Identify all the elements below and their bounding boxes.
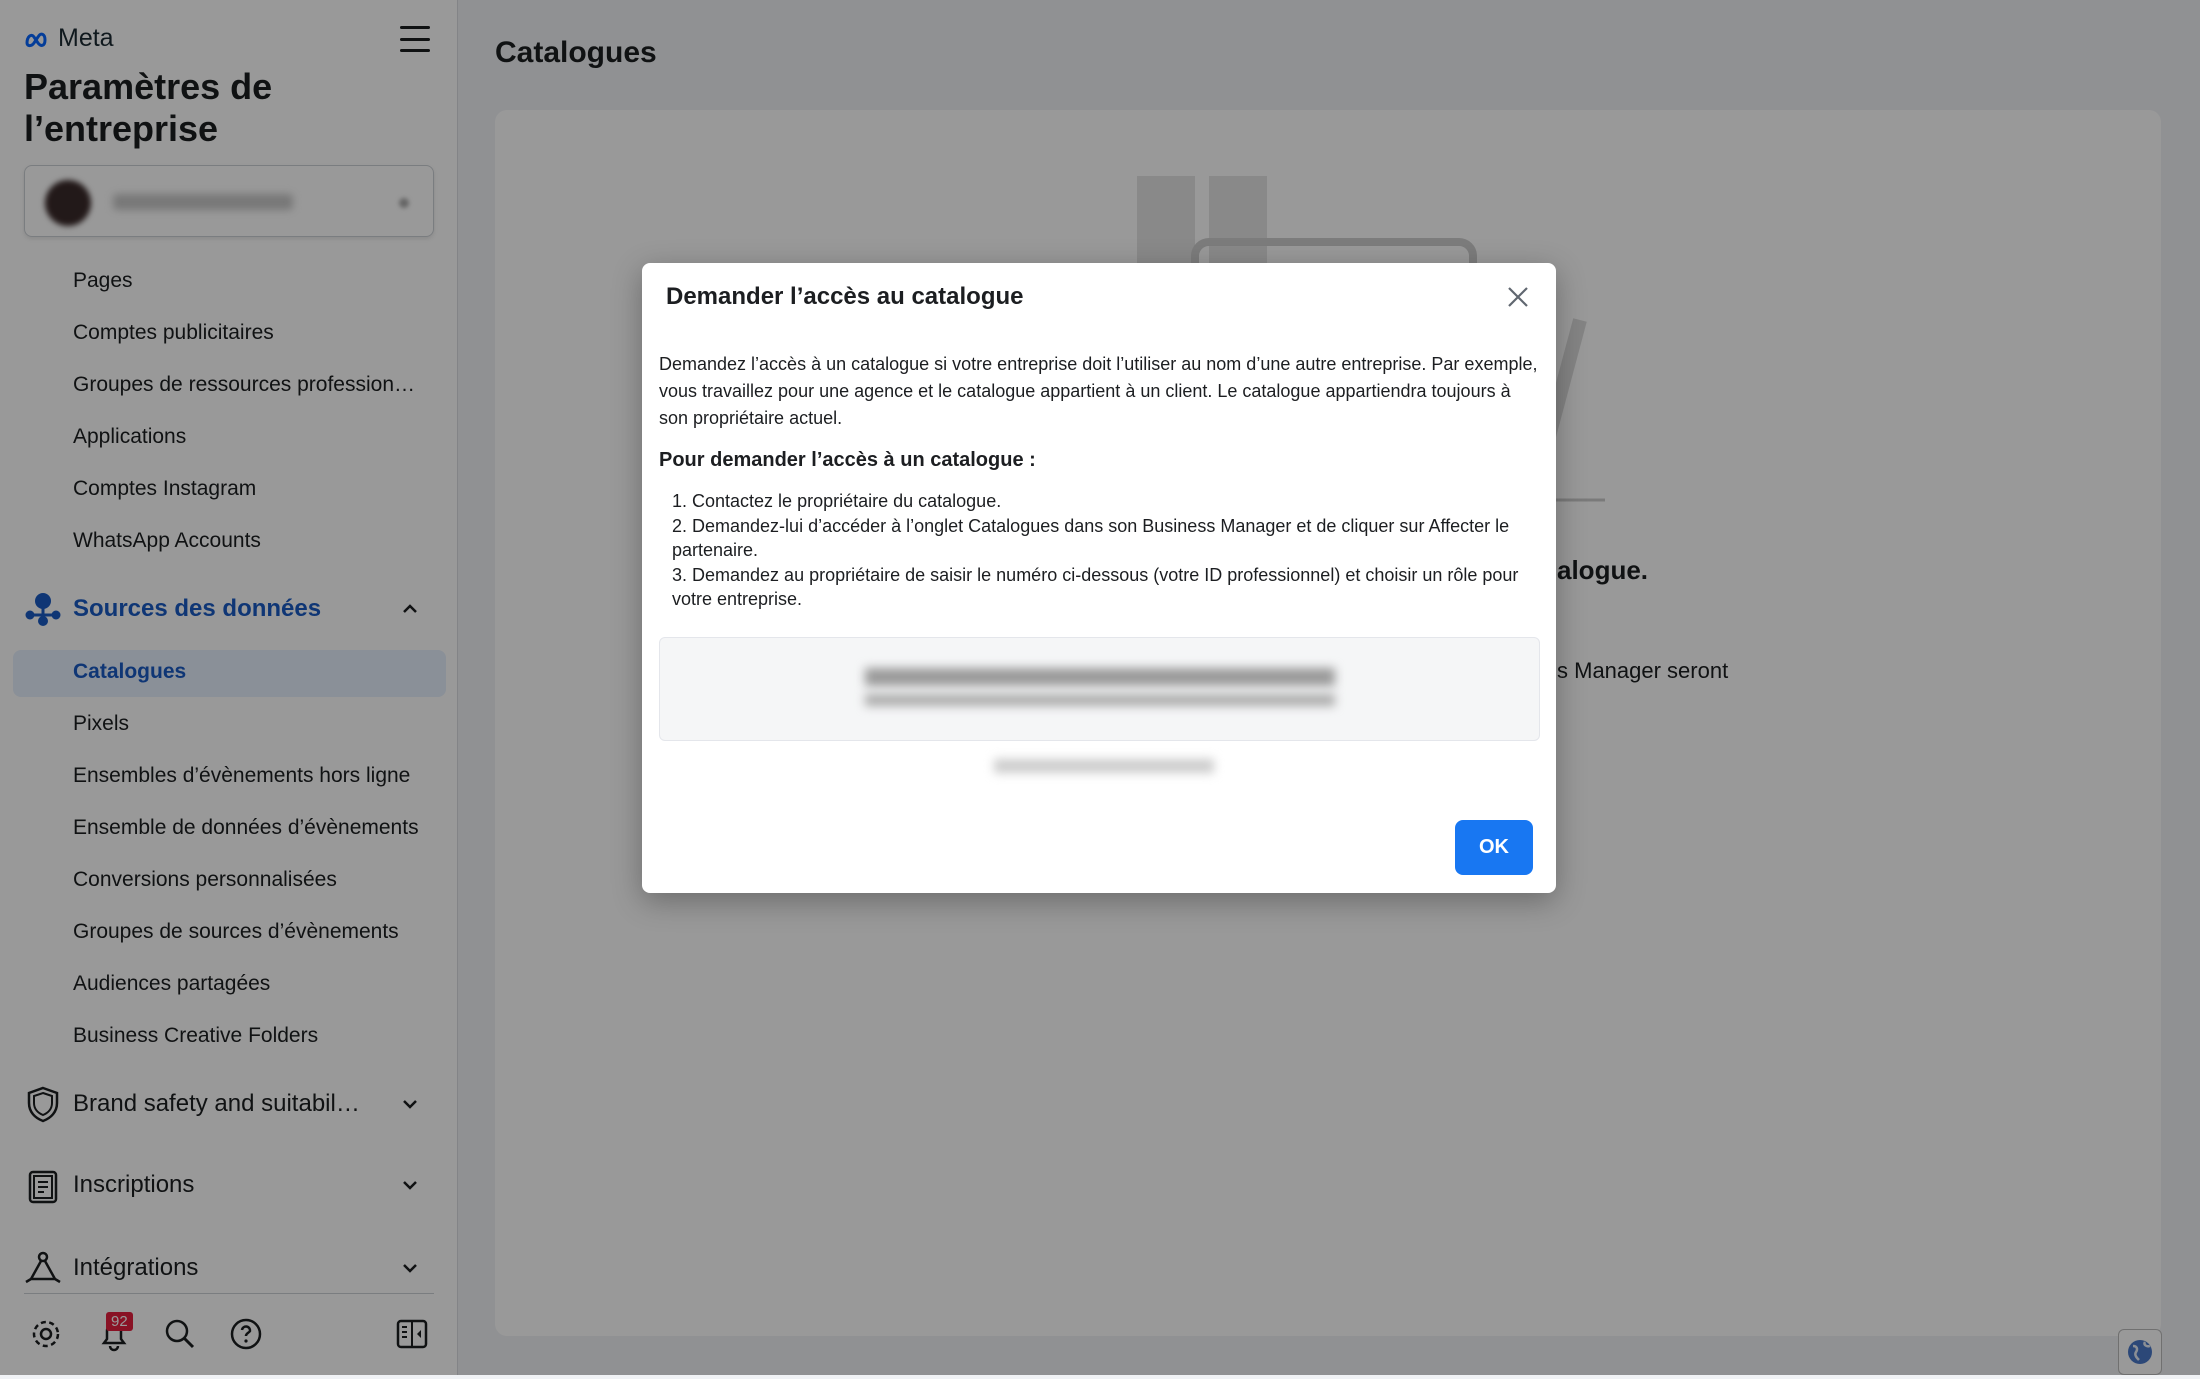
dialog-title: Demander l’accès au catalogue bbox=[666, 283, 1024, 310]
step-item: 2. Demandez-lui d’accéder à l’onglet Cat… bbox=[672, 515, 1510, 561]
close-icon[interactable] bbox=[1506, 285, 1530, 309]
ok-button[interactable]: OK bbox=[1455, 820, 1533, 875]
business-name-blurred bbox=[994, 759, 1214, 773]
steps-list: 1. Contactez le propriétaire du catalogu… bbox=[672, 489, 1532, 612]
business-id-box[interactable] bbox=[659, 637, 1540, 741]
business-id-blurred bbox=[865, 694, 1335, 706]
dialog-intro: Demandez l’accès à un catalogue si votre… bbox=[659, 354, 1538, 428]
step-item: 1. Contactez le propriétaire du catalogu… bbox=[672, 491, 1002, 511]
step-item: 3. Demandez au propriétaire de saisir le… bbox=[672, 564, 1519, 610]
dialog-steps-heading: Pour demander l’accès à un catalogue : bbox=[659, 449, 1036, 471]
request-catalogue-access-dialog: Demander l’accès au catalogue Demandez l… bbox=[642, 263, 1556, 893]
business-id-blurred bbox=[865, 668, 1335, 686]
